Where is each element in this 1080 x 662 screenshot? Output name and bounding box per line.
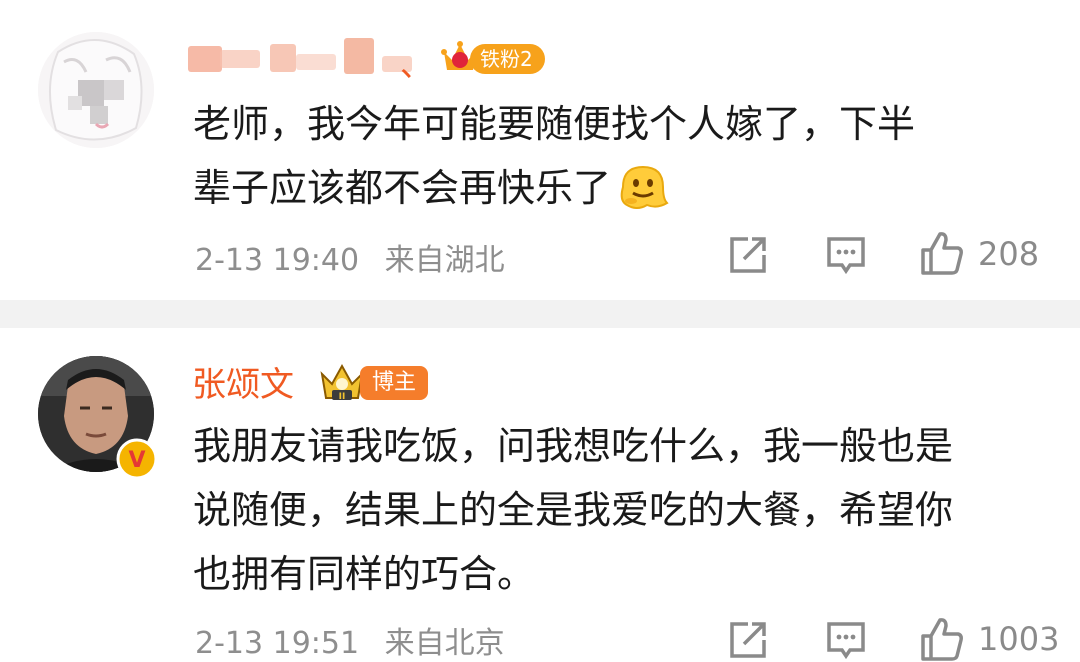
avatar-image [38, 32, 154, 148]
comment-location: 来自北京 [384, 626, 505, 661]
username-blurred[interactable] [186, 36, 426, 78]
svg-text:V: V [128, 448, 145, 473]
comment-meta: 2-13 19:40 来自湖北 [195, 235, 505, 279]
comment-line-3: 也拥有同样的巧合。 [193, 552, 536, 596]
comment-item-2: V 张颂文 II 博主 我朋友请我吃饭，问我想吃什么，我一般也是 说随便，结果上… [0, 328, 1080, 661]
melting-face-emoji [620, 165, 669, 209]
like-count: 208 [978, 235, 1040, 273]
comment-icon[interactable] [826, 620, 866, 660]
avatar[interactable] [38, 32, 154, 148]
share-icon[interactable] [728, 620, 768, 660]
thumbs-up-icon[interactable] [920, 230, 964, 276]
like-count: 1003 [978, 620, 1060, 658]
blogger-badge[interactable]: 博主 [360, 366, 429, 400]
share-icon[interactable] [728, 235, 768, 275]
comment-icon[interactable] [826, 235, 866, 275]
comment-time: 2-13 19:40 [195, 243, 360, 278]
fan-badge[interactable]: 铁粉2 [470, 44, 545, 74]
comment-time: 2-13 19:51 [195, 626, 360, 661]
comment-divider [0, 300, 1080, 328]
comment-item-1: 、 6 铁粉2 老师，我今年可能要随便找个人嫁了，下半 辈子应该都不会再快乐了 … [0, 0, 1080, 300]
thumbs-up-icon[interactable] [920, 616, 964, 662]
username-punctuation: 、 [400, 46, 433, 84]
comment-text: 老师，我今年可能要随便找个人嫁了，下半 辈子应该都不会再快乐了 [193, 92, 1023, 220]
username[interactable]: 张颂文 [192, 368, 294, 402]
svg-text:6: 6 [457, 69, 464, 78]
comment-line-2: 说随便，结果上的全是我爱吃的大餐，希望你 [193, 488, 954, 532]
comment-line-1: 我朋友请我吃饭，问我想吃什么，我一般也是 [193, 424, 954, 468]
comment-meta: 2-13 19:51 来自北京 [195, 618, 505, 662]
verified-badge-icon: V [116, 438, 158, 480]
crown-icon: II [320, 363, 364, 402]
comment-text: 我朋友请我吃饭，问我想吃什么，我一般也是 说随便，结果上的全是我爱吃的大餐，希望… [193, 414, 1053, 606]
svg-text:II: II [339, 392, 346, 402]
comment-line-1: 老师，我今年可能要随便找个人嫁了，下半 [193, 102, 916, 146]
comment-location: 来自湖北 [384, 243, 505, 278]
comment-line-2: 辈子应该都不会再快乐了 [193, 166, 612, 210]
